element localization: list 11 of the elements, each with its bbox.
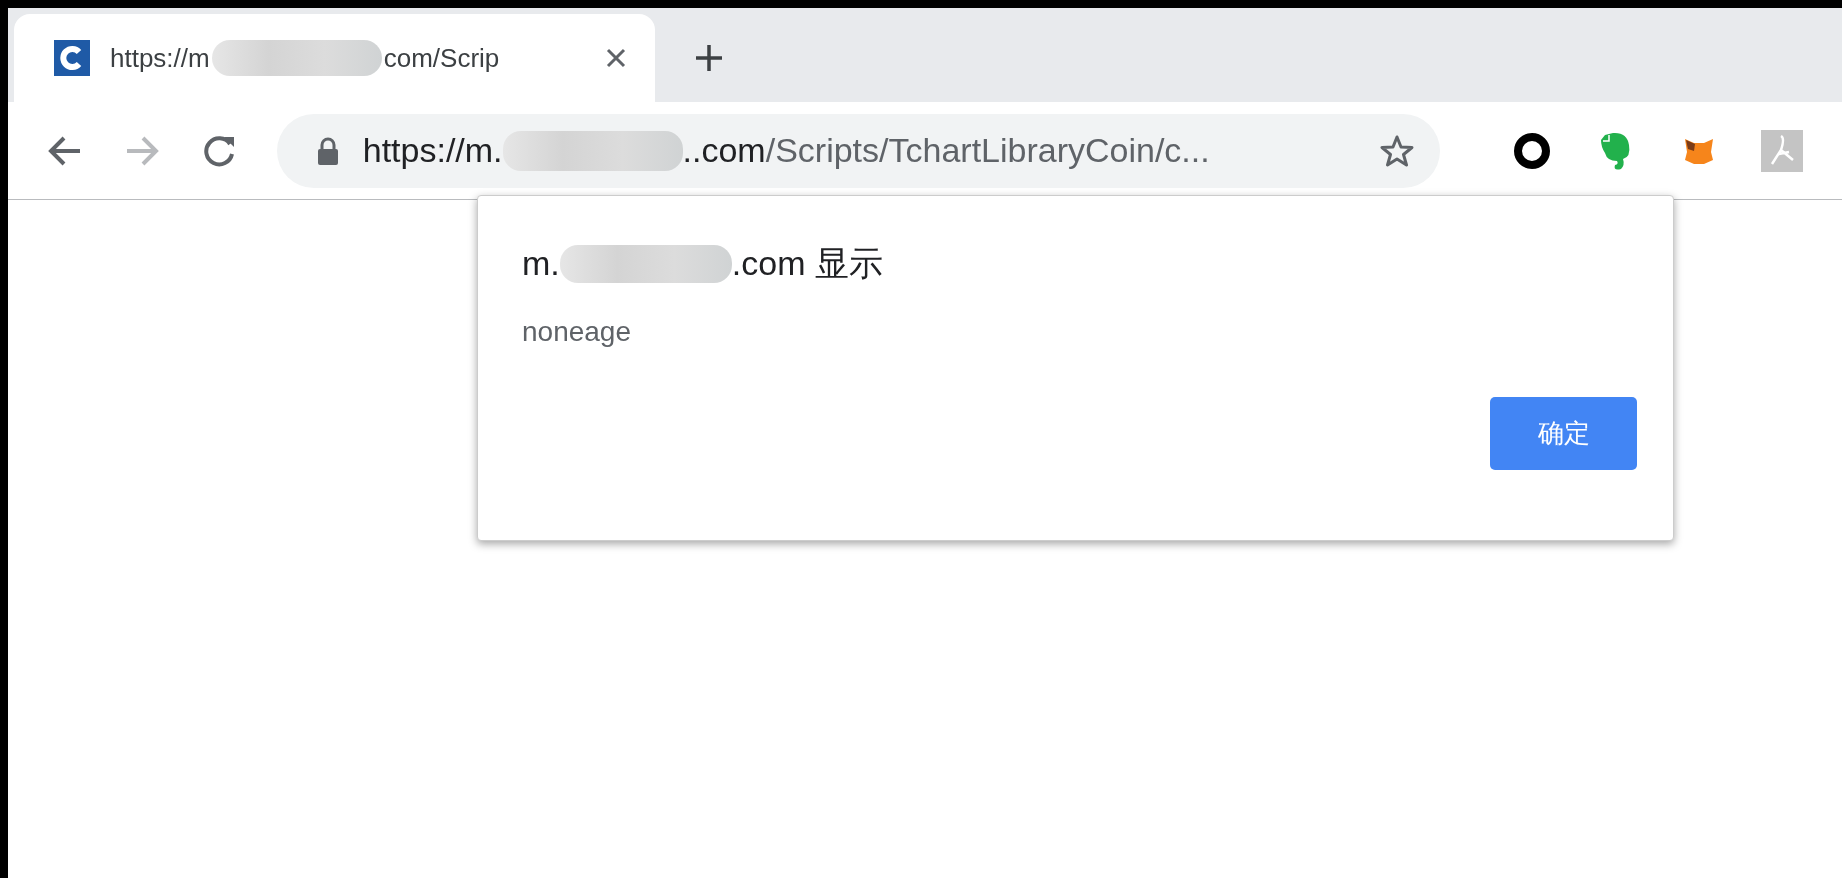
browser-tab[interactable]: https://m com/Scrip [14, 14, 655, 102]
ring-icon[interactable] [1512, 130, 1553, 171]
logo-icon [54, 40, 90, 76]
tab-title: https://m com/Scrip [110, 38, 581, 78]
star-icon[interactable] [1380, 134, 1415, 167]
lock-icon [316, 136, 339, 165]
url-text: https://m. ..com/Scripts/TchartLibraryCoin/c... [362, 129, 1211, 173]
dialog-message: noneage [522, 315, 632, 349]
dialog-title: m. .com 显示 [522, 243, 884, 285]
ok-button[interactable]: 确定 [1490, 397, 1637, 470]
address-bar[interactable]: https://m. ..com/Scripts/TchartLibraryCoin/c... [276, 113, 1441, 188]
